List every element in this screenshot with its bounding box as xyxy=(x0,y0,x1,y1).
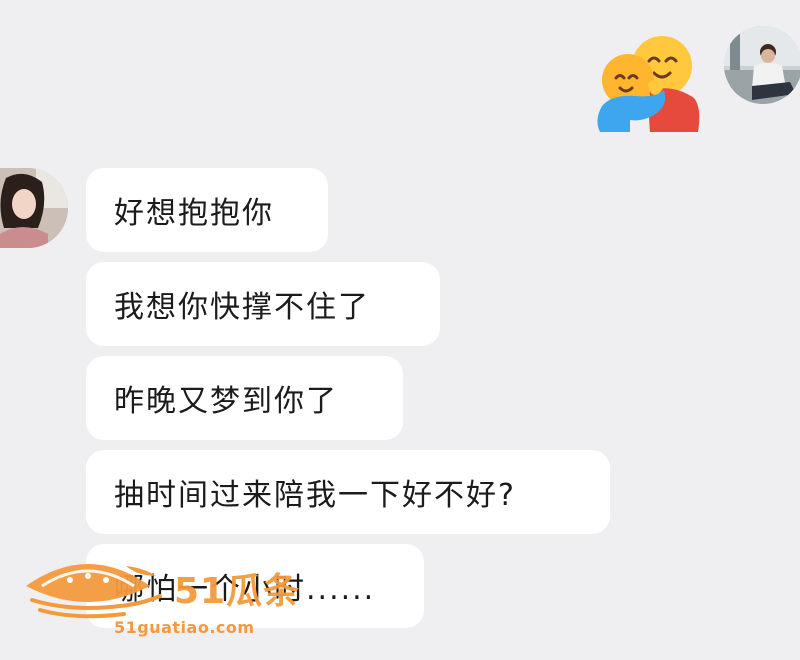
incoming-message-bubble[interactable]: 好想抱抱你 xyxy=(86,168,328,252)
message-text: 昨晚又梦到你了 xyxy=(114,384,338,419)
watermark: 51瓜条 51guatiao.com xyxy=(22,556,302,646)
my-avatar[interactable] xyxy=(724,26,800,104)
watermark-brand: 51瓜条 xyxy=(174,571,301,612)
man-photo-icon xyxy=(724,26,800,104)
chat-view: 好想抱抱你 我想你快撑不住了 昨晚又梦到你了 抽时间过来陪我一下好不好? 哪怕一… xyxy=(0,0,800,660)
outgoing-message-row xyxy=(0,22,800,142)
woman-photo-icon xyxy=(0,168,68,248)
contact-avatar[interactable] xyxy=(0,168,68,248)
incoming-message-bubble[interactable]: 我想你快撑不住了 xyxy=(86,262,440,346)
hugging-face-icon xyxy=(597,36,700,132)
message-text: 抽时间过来陪我一下好不好? xyxy=(114,478,516,513)
hugging-emoji-sticker[interactable] xyxy=(596,28,704,136)
message-text: 我想你快撑不住了 xyxy=(114,290,370,325)
watermark-site: 51guatiao.com xyxy=(114,618,255,637)
message-text: 好想抱抱你 xyxy=(114,196,274,231)
incoming-message-bubble[interactable]: 昨晚又梦到你了 xyxy=(86,356,403,440)
watermelon-logo-icon xyxy=(26,564,162,619)
incoming-message-bubble[interactable]: 抽时间过来陪我一下好不好? xyxy=(86,450,610,534)
